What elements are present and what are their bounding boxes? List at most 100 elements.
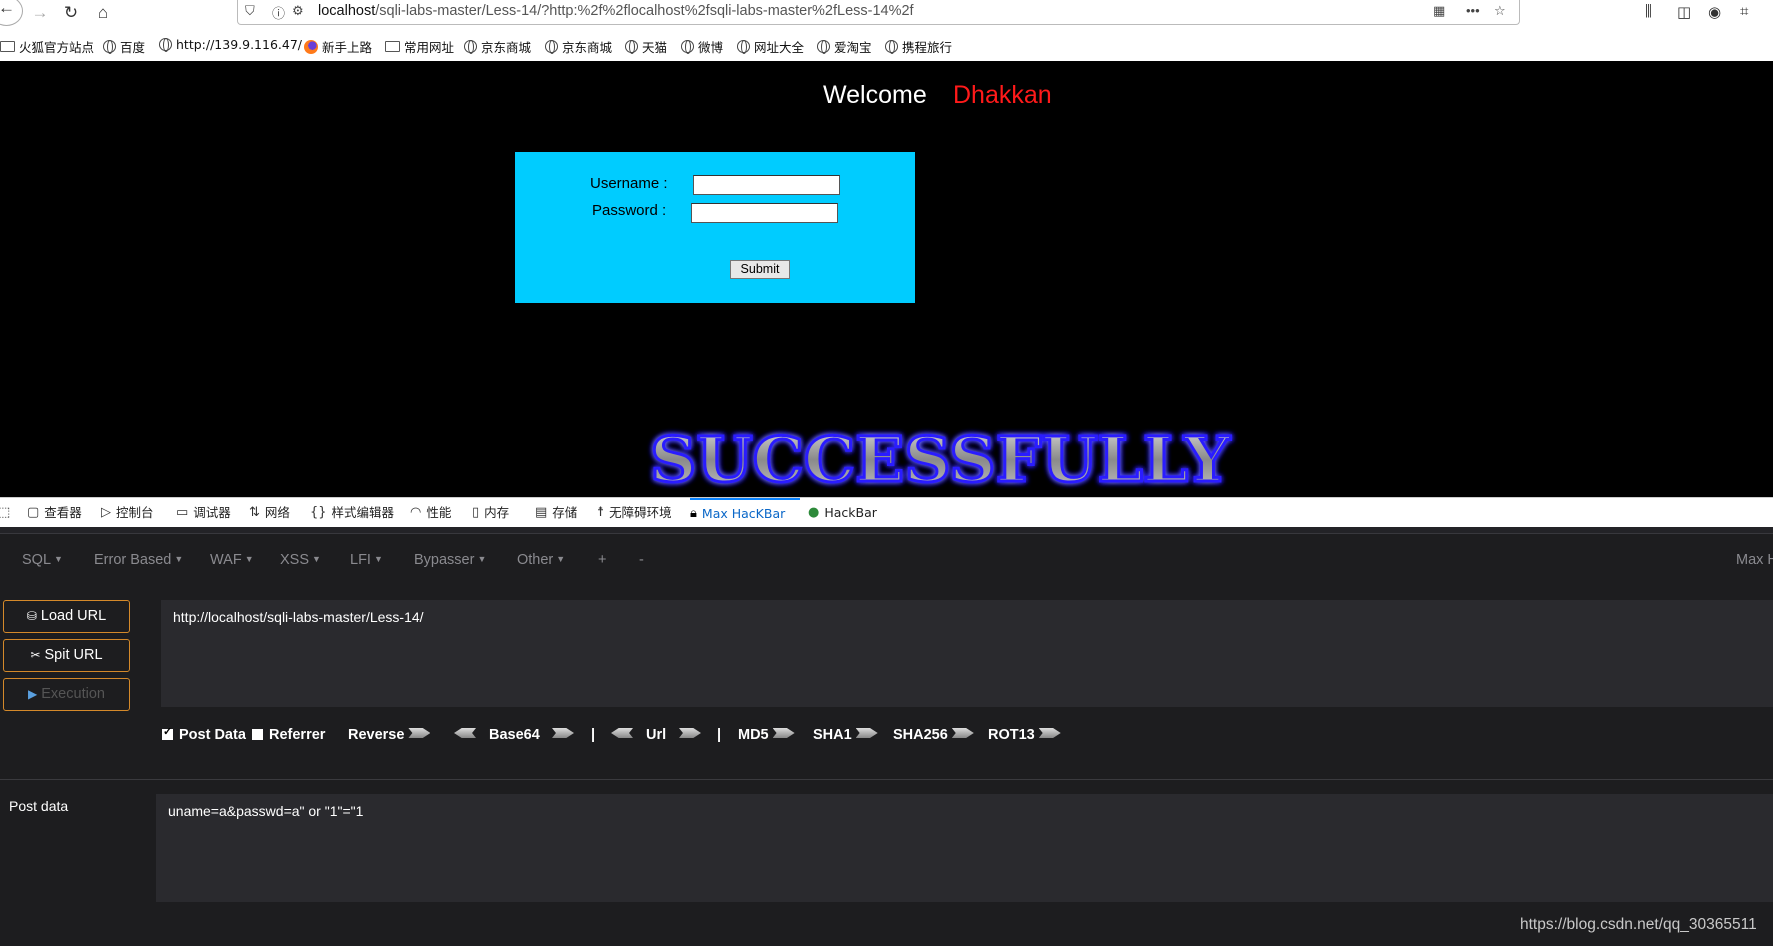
- button-label: Load URL: [40, 608, 107, 624]
- post-data-checkbox[interactable]: Post Data: [162, 725, 246, 743]
- load-url-button[interactable]: ⛁ Load URL: [3, 600, 130, 633]
- checkbox-unchecked-icon: [252, 729, 263, 740]
- bookmark-item[interactable]: 天猫: [625, 37, 667, 56]
- welcome-name: Dhakkan: [953, 81, 1052, 109]
- tab-style-editor[interactable]: {} 样式编辑器: [310, 498, 394, 527]
- back-icon[interactable]: ←: [0, 0, 23, 26]
- bookmark-item[interactable]: 京东商城: [464, 37, 531, 56]
- permissions-icon[interactable]: ⚙: [292, 3, 304, 19]
- submit-button[interactable]: Submit: [730, 260, 790, 279]
- bookmark-item[interactable]: 新手上路: [304, 37, 372, 56]
- bookmark-item[interactable]: 常用网址: [385, 37, 454, 56]
- gauge-icon: ◠: [410, 505, 422, 520]
- post-data-label: Post data: [9, 798, 69, 814]
- bookmark-item[interactable]: 火狐官方站点: [0, 37, 94, 56]
- caret-down-icon: ▼: [54, 554, 63, 564]
- arrow-right-icon: [772, 728, 795, 738]
- tab-memory[interactable]: ▯ 内存: [472, 498, 509, 527]
- menu-bypasser[interactable]: Bypasser ▼: [414, 552, 486, 568]
- bookmark-item[interactable]: 携程旅行: [885, 37, 952, 56]
- bookmark-item[interactable]: 京东商城: [545, 37, 612, 56]
- globe-icon: [159, 38, 172, 52]
- menu-error-based[interactable]: Error Based ▼: [94, 552, 183, 568]
- arrow-right-icon: [408, 728, 431, 738]
- menu-lfi[interactable]: LFI ▼: [350, 552, 383, 568]
- navigation-bar: ← → ↻ ⌂ ⛉ ⓘ ⚙ localhost/sqli-labs-master…: [0, 0, 1773, 27]
- tab-label: HackBar: [824, 505, 877, 520]
- menu-other[interactable]: Other ▼: [517, 552, 565, 568]
- bookmark-star-icon[interactable]: ☆: [1494, 3, 1506, 19]
- arrow-right-icon: [1038, 728, 1061, 738]
- forward-icon[interactable]: →: [29, 2, 51, 24]
- lock-icon: 🔒︎: [690, 506, 697, 521]
- menu-remove[interactable]: -: [639, 552, 644, 568]
- url-decode-button[interactable]: [607, 727, 633, 743]
- bookmark-item[interactable]: 网址大全: [737, 37, 804, 56]
- reverse-button[interactable]: Reverse: [348, 727, 431, 743]
- home-icon[interactable]: ⌂: [92, 2, 114, 24]
- execution-button[interactable]: ▶ Execution: [3, 678, 130, 711]
- url-bar[interactable]: ⛉ ⓘ ⚙ localhost/sqli-labs-master/Less-14…: [237, 0, 1520, 25]
- menu-add[interactable]: +: [598, 552, 606, 568]
- base64-encode-button[interactable]: [548, 727, 574, 743]
- md5-button[interactable]: MD5: [738, 727, 795, 743]
- bookmark-item[interactable]: 百度: [103, 37, 145, 56]
- console-icon: ▷: [101, 505, 111, 520]
- tab-hackbar[interactable]: ● HackBar: [808, 498, 877, 527]
- play-icon: ▶: [28, 687, 38, 701]
- account-icon[interactable]: ◉: [1708, 3, 1721, 21]
- username-input[interactable]: [693, 175, 840, 195]
- password-input[interactable]: [691, 203, 838, 223]
- welcome-text: Welcome: [823, 81, 927, 109]
- screenshot-icon[interactable]: ⌗: [1740, 3, 1748, 20]
- tab-storage[interactable]: ▤ 存储: [535, 498, 577, 527]
- arrow-right-icon: [552, 728, 574, 738]
- hackbar-brand: Max H: [1736, 552, 1773, 568]
- url-encode-button[interactable]: [675, 727, 701, 743]
- tab-debugger[interactable]: ▭ 调试器: [176, 498, 231, 527]
- tab-network[interactable]: ⇅ 网络: [249, 498, 290, 527]
- split-url-button[interactable]: ✂ Spit URL: [3, 639, 130, 672]
- rot13-button[interactable]: ROT13: [988, 727, 1061, 743]
- info-icon[interactable]: ⓘ: [272, 3, 285, 22]
- url-text[interactable]: localhost/sqli-labs-master/Less-14/?http…: [318, 3, 914, 19]
- tab-accessibility[interactable]: ☨ 无障碍环境: [597, 498, 672, 527]
- sidebar-icon[interactable]: ◫: [1677, 3, 1691, 21]
- option-label: ROT13: [988, 727, 1035, 743]
- menu-waf[interactable]: WAF ▼: [210, 552, 254, 568]
- sha1-button[interactable]: SHA1: [813, 727, 878, 743]
- storage-icon: ▤: [535, 505, 548, 520]
- bookmark-label: http://139.9.116.47/: [176, 37, 303, 52]
- base64-decode-button[interactable]: [450, 727, 476, 743]
- shield-icon[interactable]: ⛉: [245, 3, 255, 19]
- post-data-textarea[interactable]: uname=a&passwd=a" or "1"="1: [156, 794, 1773, 902]
- tab-label: 样式编辑器: [331, 505, 395, 520]
- checkbox-checked-icon: [162, 725, 173, 740]
- tab-max-hackbar[interactable]: 🔒︎ Max HacKBar: [690, 498, 800, 527]
- bookmark-item[interactable]: http://139.9.116.47/: [159, 37, 302, 52]
- divider: [0, 779, 1773, 780]
- tab-console[interactable]: ▷ 控制台: [101, 498, 154, 527]
- bookmark-item[interactable]: 微博: [681, 37, 723, 56]
- reload-icon[interactable]: ↻: [60, 2, 82, 24]
- tab-label: Max HacKBar: [701, 506, 786, 521]
- watermark: https://blog.csdn.net/qq_30365511: [1520, 916, 1757, 933]
- menu-xss[interactable]: XSS ▼: [280, 552, 321, 568]
- tab-label: 内存: [484, 505, 510, 520]
- qr-code-icon[interactable]: ▦: [1433, 3, 1445, 19]
- caret-down-icon: ▼: [556, 554, 566, 564]
- more-actions-icon[interactable]: •••: [1466, 3, 1480, 18]
- url-textarea[interactable]: http://localhost/sqli-labs-master/Less-1…: [161, 600, 1773, 707]
- caret-down-icon: ▼: [312, 554, 321, 564]
- success-text: SUCCESSFULLY: [650, 423, 1231, 493]
- bookmark-item[interactable]: 爱淘宝: [817, 37, 872, 56]
- library-icon[interactable]: ⫼: [1645, 3, 1652, 20]
- tab-inspector[interactable]: ▢ 查看器: [27, 498, 82, 527]
- bookmark-label: 天猫: [642, 40, 668, 55]
- sha256-button[interactable]: SHA256: [893, 727, 974, 743]
- option-label: Reverse: [348, 727, 405, 743]
- menu-sql[interactable]: SQL ▼: [22, 552, 63, 568]
- tab-performance[interactable]: ◠ 性能: [410, 498, 451, 527]
- element-picker-icon[interactable]: ⬚: [0, 498, 10, 527]
- referrer-checkbox[interactable]: Referrer: [252, 727, 325, 743]
